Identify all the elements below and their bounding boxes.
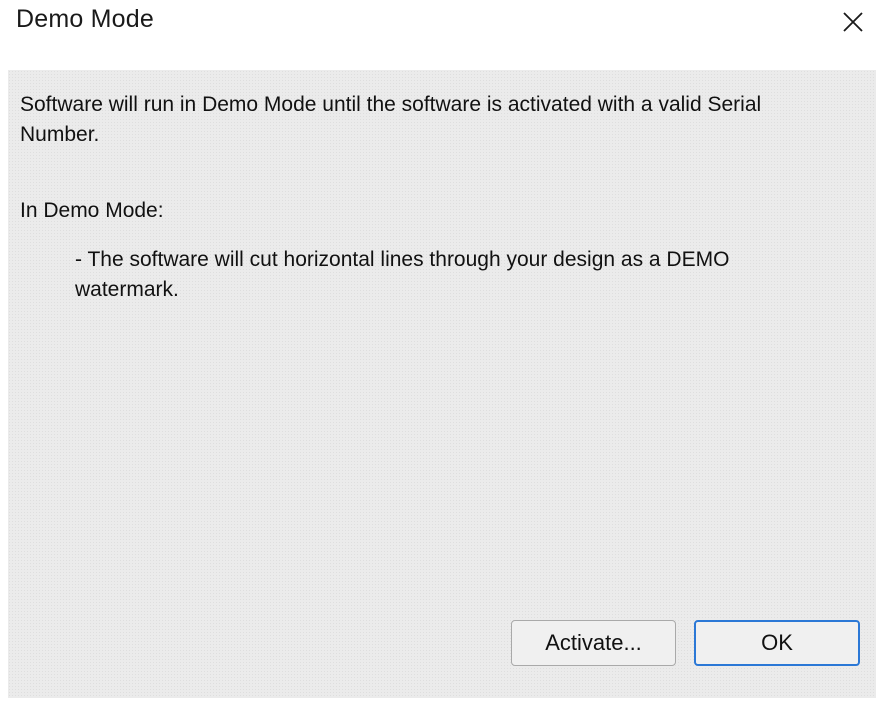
close-icon — [843, 12, 863, 32]
title-bar: Demo Mode — [0, 0, 882, 40]
watermark-note: - The software will cut horizontal lines… — [75, 248, 730, 301]
activate-button[interactable]: Activate... — [511, 620, 676, 666]
close-button[interactable] — [830, 0, 876, 44]
activation-message: Software will run in Demo Mode until the… — [20, 93, 762, 146]
ok-button[interactable]: OK — [694, 620, 860, 666]
dialog-body: Software will run in Demo Mode until the… — [8, 70, 876, 698]
demo-mode-heading: In Demo Mode: — [20, 199, 164, 222]
dialog-title: Demo Mode — [16, 5, 154, 33]
demo-mode-dialog: Demo Mode Software will run in Demo Mode… — [0, 0, 882, 702]
